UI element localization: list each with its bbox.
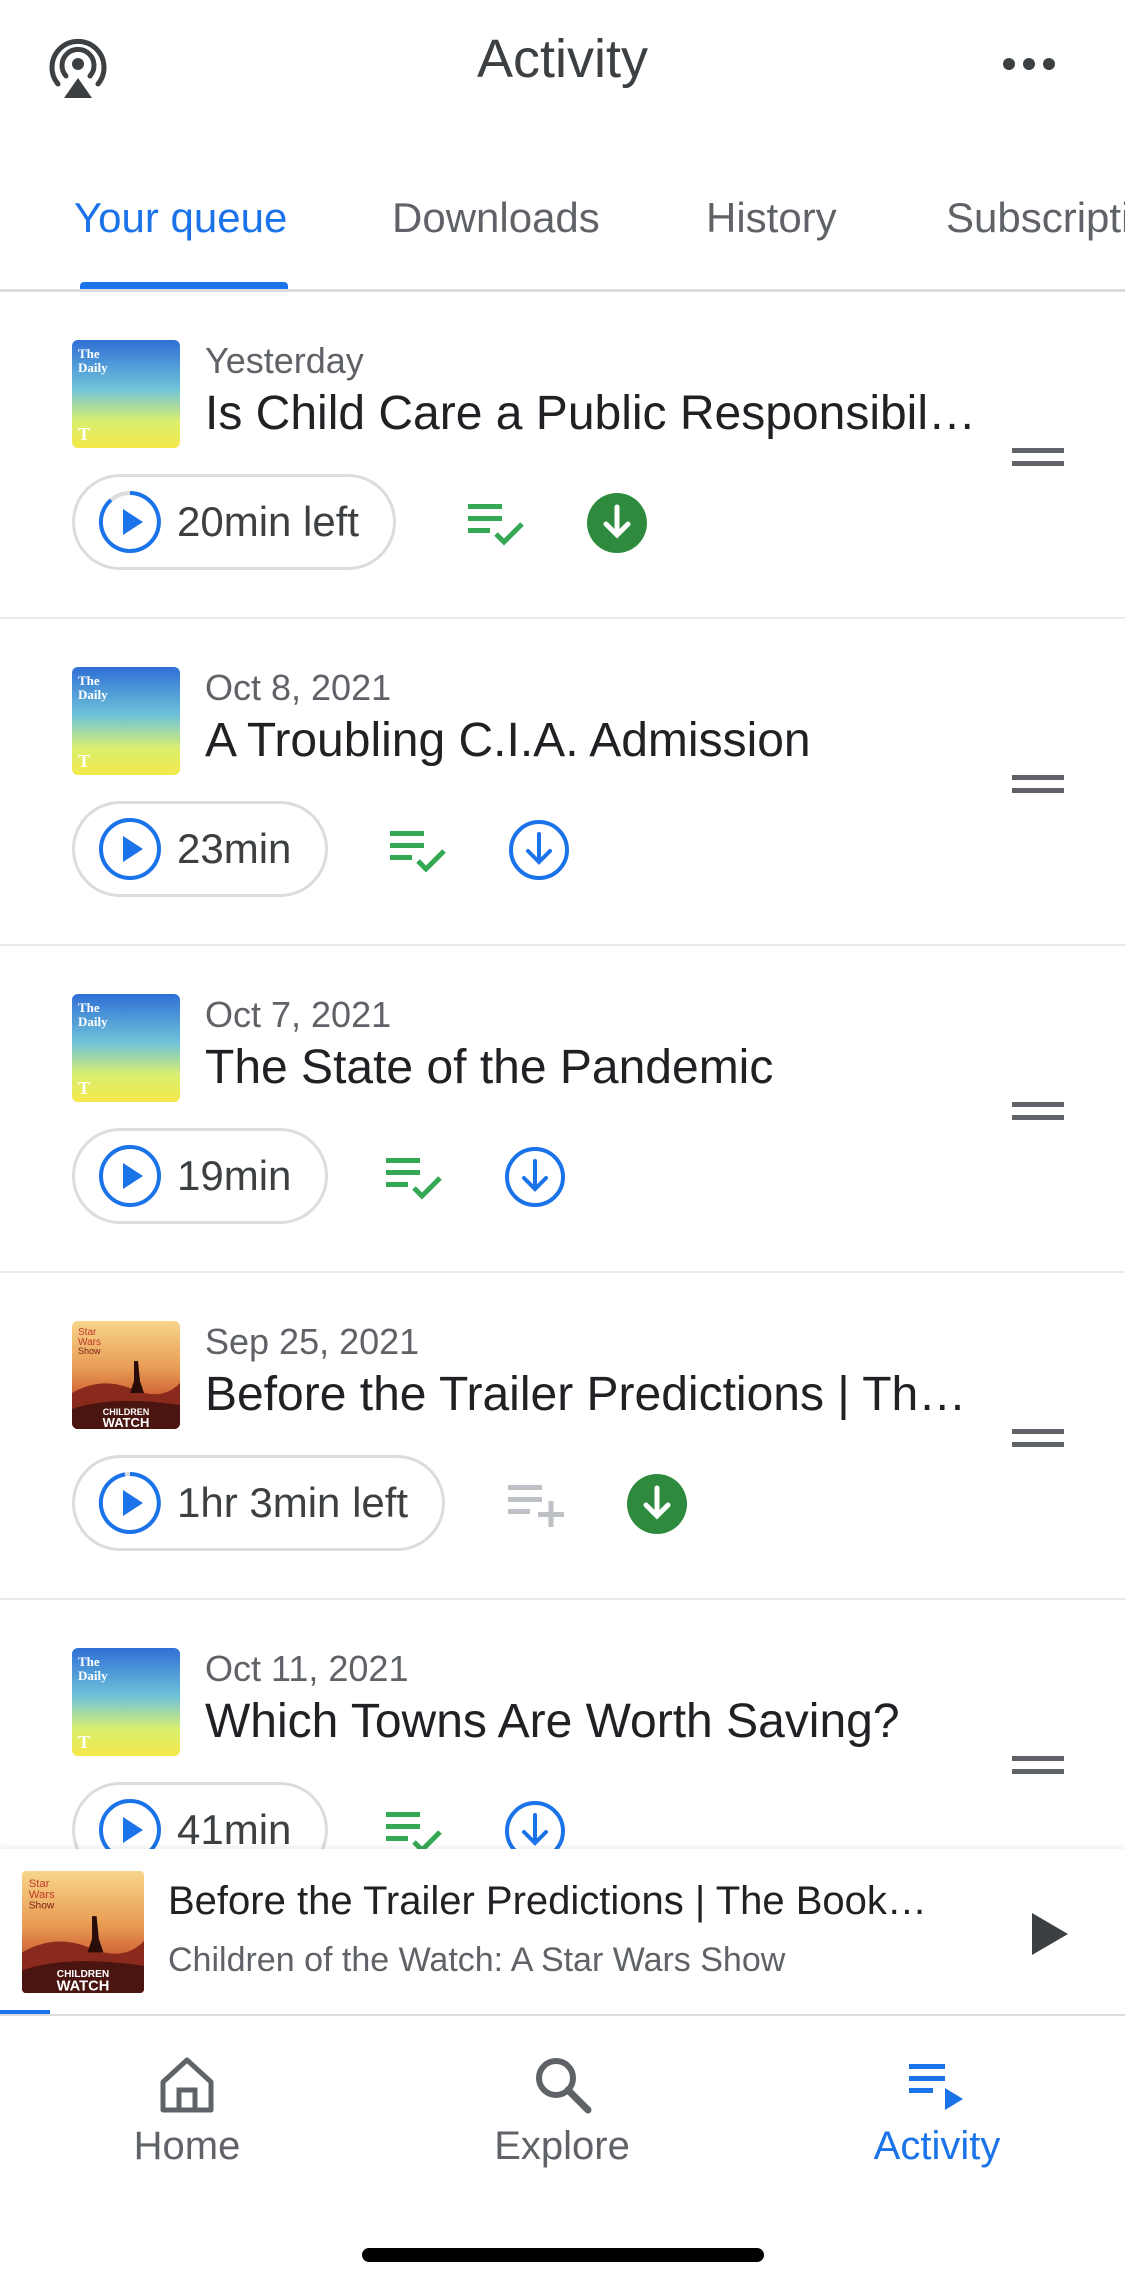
now-playing-title: Before the Trailer Predictions | The Boo… (168, 1879, 928, 1923)
episode-duration: 20min left (177, 498, 360, 545)
home-indicator[interactable] (362, 2248, 764, 2262)
queue-item[interactable]: The Daily T Oct 8, 2021 A Troubling C.I.… (0, 619, 1125, 946)
svg-text:T: T (78, 1732, 90, 1752)
drag-handle-icon[interactable] (1012, 1425, 1064, 1451)
svg-text:Daily: Daily (78, 360, 108, 375)
now-playing-bar[interactable]: Star Wars Show CHILDREN WATCH Before the… (0, 1849, 1125, 2014)
svg-text:Show: Show (78, 1346, 101, 1356)
downloaded-icon[interactable] (586, 492, 648, 554)
play-progress-icon (98, 1472, 161, 1534)
episode-duration: 19min (177, 1152, 292, 1199)
remove-from-queue-icon[interactable] (390, 821, 450, 877)
svg-text:The: The (78, 1654, 100, 1669)
svg-text:Daily: Daily (78, 1014, 108, 1029)
episode-title[interactable]: A Troubling C.I.A. Admission (205, 713, 985, 768)
children-of-the-watch-artwork: Star Wars Show CHILDREN WATCH (22, 1871, 144, 1993)
episode-date: Yesterday (205, 340, 364, 381)
play-progress-icon (98, 491, 161, 553)
svg-text:Daily: Daily (78, 1668, 108, 1683)
podcast-artwork: The Daily T (72, 1648, 180, 1756)
play-icon (99, 818, 161, 880)
home-icon (160, 2057, 214, 2113)
download-icon[interactable] (508, 819, 570, 881)
svg-text:Daily: Daily (78, 687, 108, 702)
tab-indicator (80, 282, 288, 289)
svg-text:WATCH: WATCH (57, 1979, 110, 1993)
app-header: Activity (0, 0, 1125, 130)
svg-text:T: T (78, 424, 90, 444)
the-daily-artwork: The Daily T (72, 667, 180, 775)
queue-item[interactable]: The Daily T Oct 11, 2021 Which Towns Are… (0, 1600, 1125, 1849)
tab-history[interactable]: History (706, 194, 837, 242)
play-button[interactable]: 19min (72, 1128, 329, 1224)
svg-text:Show: Show (29, 1900, 55, 1911)
episode-duration: 41min (177, 1806, 292, 1849)
episode-title[interactable]: Which Towns Are Worth Saving? (205, 1694, 985, 1749)
episode-date: Oct 11, 2021 (205, 1648, 409, 1689)
episode-title[interactable]: Is Child Care a Public Responsibility? (205, 386, 985, 441)
now-playing-artwork: Star Wars Show CHILDREN WATCH (22, 1871, 144, 1993)
nav-home-label: Home (133, 2124, 241, 2168)
queue-list: The Daily T Yesterday Is Child Care a Pu… (0, 292, 1125, 1849)
the-daily-artwork: The Daily T (72, 994, 180, 1102)
download-icon[interactable] (504, 1800, 566, 1849)
play-icon (99, 1145, 161, 1207)
queue-item[interactable]: The Daily T Yesterday Is Child Care a Pu… (0, 292, 1125, 619)
episode-title[interactable]: The State of the Pandemic (205, 1040, 985, 1095)
svg-text:The: The (78, 673, 100, 688)
nav-home[interactable]: Home (62, 2036, 312, 2169)
podcast-artwork: Star Wars Show CHILDREN WATCH (72, 1321, 180, 1429)
episode-date: Sep 25, 2021 (205, 1321, 420, 1362)
play-icon (99, 1799, 161, 1849)
drag-handle-icon[interactable] (1012, 771, 1064, 797)
nav-activity-label: Activity (873, 2124, 1001, 2168)
play-button[interactable]: 20min left (72, 474, 397, 570)
play-icon[interactable] (1028, 1909, 1072, 1959)
podcast-artwork: The Daily T (72, 340, 180, 448)
svg-text:The: The (78, 1000, 100, 1015)
play-button[interactable]: 23min (72, 801, 329, 897)
drag-handle-icon[interactable] (1012, 1752, 1064, 1778)
episode-date: Oct 7, 2021 (205, 994, 392, 1035)
the-daily-artwork: The Daily T (72, 340, 180, 448)
playlist-play-icon (909, 2064, 963, 2110)
svg-text:WATCH: WATCH (103, 1415, 150, 1429)
remove-from-queue-icon[interactable] (386, 1148, 446, 1204)
svg-text:T: T (78, 1078, 90, 1098)
episode-title[interactable]: Before the Trailer Predictions | The Boo… (205, 1367, 985, 1422)
download-icon[interactable] (504, 1146, 566, 1208)
drag-handle-icon[interactable] (1012, 444, 1064, 470)
episode-duration: 23min (177, 825, 292, 872)
downloaded-icon[interactable] (626, 1473, 688, 1535)
remove-from-queue-icon[interactable] (386, 1802, 446, 1849)
drag-handle-icon[interactable] (1012, 1098, 1064, 1124)
nav-explore[interactable]: Explore (437, 2036, 687, 2169)
tab-downloads[interactable]: Downloads (392, 194, 600, 242)
the-daily-artwork: The Daily T (72, 1648, 180, 1756)
add-to-queue-icon[interactable] (508, 1475, 568, 1531)
search-icon (536, 2058, 592, 2114)
bottom-navigation: Home Explore Activity (0, 2014, 1125, 2284)
svg-text:Star: Star (29, 1878, 50, 1890)
play-button[interactable]: 1hr 3min left (72, 1455, 446, 1551)
podcast-artwork: The Daily T (72, 667, 180, 775)
more-horizontal-icon[interactable] (989, 44, 1069, 84)
remove-from-queue-icon[interactable] (468, 494, 528, 550)
page-title: Activity (476, 29, 649, 89)
play-button[interactable]: 41min (72, 1782, 329, 1849)
children-of-the-watch-artwork: Star Wars Show CHILDREN WATCH (72, 1321, 180, 1429)
nav-activity[interactable]: Activity (812, 2036, 1062, 2169)
episode-date: Oct 8, 2021 (205, 667, 392, 708)
queue-item[interactable]: The Daily T Oct 7, 2021 The State of the… (0, 946, 1125, 1273)
svg-text:The: The (78, 346, 100, 361)
queue-item[interactable]: Star Wars Show CHILDREN WATCH Sep 25, 20… (0, 1273, 1125, 1600)
nav-explore-label: Explore (494, 2124, 630, 2168)
tab-your-queue[interactable]: Your queue (74, 194, 287, 242)
episode-duration: 1hr 3min left (177, 1479, 409, 1526)
svg-text:T: T (78, 751, 90, 771)
now-playing-subtitle: Children of the Watch: A Star Wars Show (168, 1941, 786, 1979)
podcast-artwork: The Daily T (72, 994, 180, 1102)
activity-tabs: Your queue Downloads History Subscriptio… (0, 170, 1125, 292)
tab-subscriptions[interactable]: Subscriptions (946, 194, 1125, 242)
